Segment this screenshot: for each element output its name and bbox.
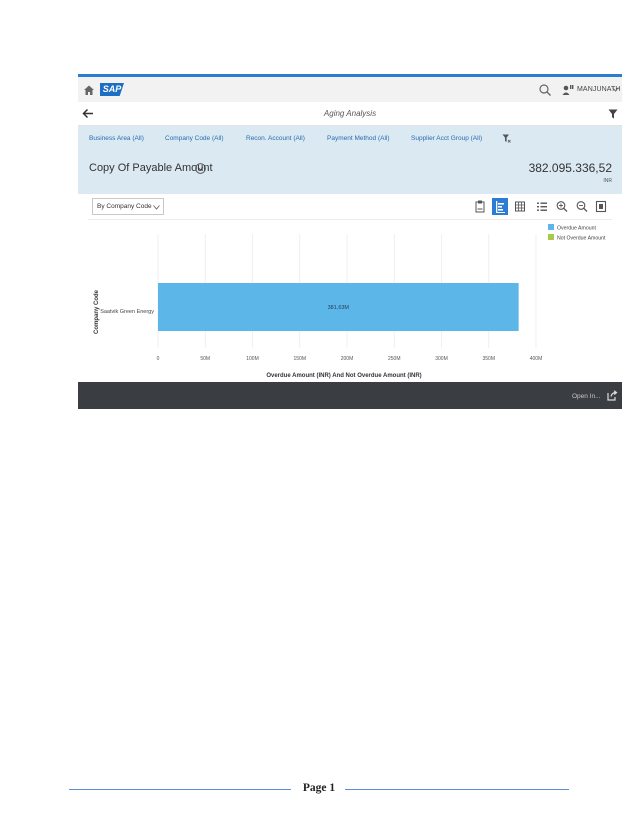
- filter-business-area[interactable]: Business Area (All): [89, 135, 144, 142]
- x-tick-label: 350M: [482, 356, 495, 362]
- x-tick-label: 0: [157, 356, 160, 362]
- footer-rule-right: [345, 789, 569, 790]
- kpi-title: Copy Of Payable Amount: [89, 162, 213, 174]
- bar-data-label: 381,63M: [328, 305, 350, 311]
- x-tick-label: 50M: [200, 356, 210, 362]
- footer-bar: Open In...: [78, 382, 622, 409]
- kpi-header: Copy Of Payable Amount 382.095.336,52 IN…: [78, 152, 622, 194]
- filter-settings-icon[interactable]: [502, 134, 511, 143]
- filter-payment-method[interactable]: Payment Method (All): [327, 135, 390, 142]
- x-tick-label: 250M: [388, 356, 401, 362]
- y-axis-title: Company Code: [94, 289, 100, 334]
- x-axis-title: Overdue Amount (INR) And Not Overdue Amo…: [266, 373, 421, 379]
- filter-recon-account[interactable]: Recon. Account (All): [246, 135, 305, 142]
- category-label: Saatvik Green Energy: [100, 309, 154, 315]
- chart-panel: By Company Code 381,63M 0 50M 100M 150M …: [88, 194, 612, 382]
- page-title: Aging Analysis: [323, 109, 377, 118]
- shell-bar: SAP MANJUNATH: [78, 74, 622, 102]
- zoom-out-icon[interactable]: [574, 198, 590, 215]
- x-tick-label: 300M: [435, 356, 448, 362]
- filter-company-code[interactable]: Company Code (All): [165, 135, 224, 142]
- x-tick-labels: 0 50M 100M 150M 200M 250M 300M 350M 400M: [157, 356, 543, 362]
- bar-chart-view-icon[interactable]: [492, 198, 508, 215]
- chevron-down-icon: [153, 205, 160, 210]
- sap-logo: SAP: [100, 83, 124, 96]
- clipboard-icon[interactable]: [472, 198, 488, 215]
- open-in-button[interactable]: Open In...: [572, 393, 601, 400]
- kpi-unit: INR: [603, 178, 612, 184]
- legend-label-not-overdue[interactable]: Not Overdue Amount: [557, 236, 606, 242]
- table-view-icon[interactable]: [512, 198, 528, 215]
- group-by-dropdown[interactable]: By Company Code: [92, 198, 164, 215]
- search-icon[interactable]: [538, 83, 552, 97]
- app-screenshot: SAP MANJUNATH Aging Analysis Business Ar…: [78, 74, 622, 409]
- zoom-in-icon[interactable]: [554, 198, 570, 215]
- chevron-down-circle-icon[interactable]: [195, 163, 206, 174]
- chevron-down-icon[interactable]: [612, 87, 619, 92]
- footer-rule-left: [69, 789, 291, 790]
- filter-icon[interactable]: [608, 109, 618, 119]
- dropdown-label: By Company Code: [97, 203, 152, 210]
- legend-swatch-overdue: [548, 224, 554, 230]
- x-tick-label: 150M: [293, 356, 306, 362]
- bar-chart: 381,63M 0 50M 100M 150M 200M 250M 300M 350M 400M…: [94, 224, 606, 379]
- filter-bar: Business Area (All) Company Code (All) R…: [78, 126, 622, 152]
- chart-legend: Overdue Amount Not Overdue Amount: [548, 224, 606, 242]
- bars: 381,63M: [158, 283, 519, 331]
- share-icon[interactable]: [607, 390, 618, 401]
- x-tick-label: 100M: [246, 356, 259, 362]
- chart-toolbar: By Company Code: [88, 194, 612, 220]
- legend-swatch-not-overdue: [548, 234, 554, 240]
- kpi-value: 382.095.336,52: [528, 161, 612, 175]
- page-number: Page 1: [302, 782, 336, 794]
- legend-toggle-icon[interactable]: [534, 198, 550, 215]
- filter-supplier-acct-group[interactable]: Supplier Acct Group (All): [411, 135, 482, 142]
- app-title-bar: Aging Analysis: [78, 102, 622, 126]
- user-icon[interactable]: [562, 84, 574, 96]
- legend-label-overdue[interactable]: Overdue Amount: [557, 226, 596, 232]
- fullscreen-icon[interactable]: [593, 198, 609, 215]
- home-icon[interactable]: [83, 84, 95, 96]
- x-tick-label: 200M: [341, 356, 354, 362]
- x-tick-label: 400M: [530, 356, 543, 362]
